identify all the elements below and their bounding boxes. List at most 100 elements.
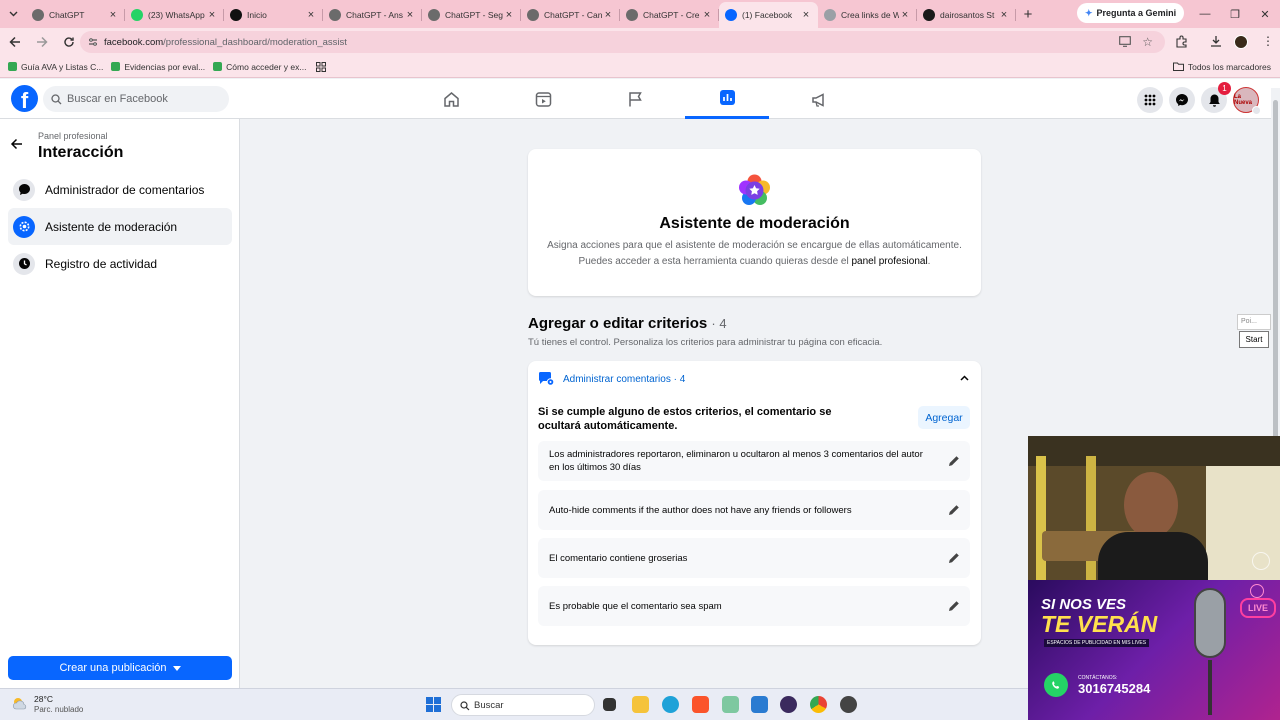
site-info-icon[interactable] (88, 37, 98, 47)
microphone-icon (1194, 588, 1226, 658)
obs-studio-icon[interactable] (780, 696, 797, 713)
tab-close-icon[interactable]: × (206, 9, 218, 21)
bookmark-star-icon[interactable]: ☆ (1142, 35, 1153, 49)
browser-tab[interactable]: ChatGPT × (26, 2, 125, 28)
manage-comments-header[interactable]: Administrar comentarios · 4 (538, 371, 685, 387)
criterion-row[interactable]: Los administradores reportaron, eliminar… (538, 441, 970, 481)
browser-tab[interactable]: Inicio × (224, 2, 323, 28)
add-criterion-button[interactable]: Agregar (918, 406, 970, 429)
tab-title: ChatGPT - Seg (445, 10, 503, 20)
tab-close-icon[interactable]: × (998, 9, 1010, 21)
create-post-button[interactable]: Crear una publicación (8, 656, 232, 680)
tab-close-icon[interactable]: × (602, 9, 614, 21)
nav-dashboard-icon[interactable] (685, 79, 769, 119)
app-icon[interactable] (722, 696, 739, 713)
address-bar[interactable]: facebook.com/professional_dashboard/mode… (80, 31, 1165, 53)
minimize-window-button[interactable]: — (1190, 0, 1220, 28)
sidebar-item-moderation-assistant[interactable]: Asistente de moderación (8, 208, 232, 245)
weather-condition[interactable]: Parc. nublado (34, 705, 83, 714)
all-bookmarks[interactable]: Todos los marcadores (1172, 62, 1271, 72)
tab-close-icon[interactable]: × (503, 9, 515, 21)
overlay-scroll-top-icon[interactable] (1252, 552, 1270, 570)
tab-close-icon[interactable]: × (899, 9, 911, 21)
reload-icon[interactable] (57, 30, 81, 54)
edit-pencil-icon[interactable] (947, 503, 961, 517)
criterion-row[interactable]: Es probable que el comentario sea spam (538, 586, 970, 626)
tab-close-icon[interactable]: × (305, 9, 317, 21)
start-button[interactable]: Start (1239, 331, 1269, 348)
tab-search-chevron-icon[interactable] (0, 0, 26, 28)
tab-close-icon[interactable]: × (701, 9, 713, 21)
tab-close-icon[interactable]: × (107, 9, 119, 21)
edit-pencil-icon[interactable] (947, 454, 961, 468)
app-icon[interactable] (751, 696, 768, 713)
profile-avatar-icon[interactable] (1234, 35, 1248, 49)
browser-tab[interactable]: ChatGPT - Ans × (323, 2, 422, 28)
new-tab-button[interactable]: + (1016, 6, 1040, 23)
floating-popup[interactable]: Poi... (1237, 314, 1271, 330)
apps-grid-icon[interactable] (316, 61, 327, 72)
professional-dashboard-link[interactable]: panel profesional (852, 256, 928, 267)
tab-close-icon[interactable]: × (800, 9, 812, 21)
taskbar-search-input[interactable]: Buscar (451, 694, 595, 716)
browser-menu-icon[interactable]: ⋮ (1262, 35, 1274, 47)
chrome-browser-icon[interactable] (810, 696, 827, 713)
downloads-icon[interactable] (1210, 35, 1222, 48)
file-explorer-icon[interactable] (632, 696, 649, 713)
install-app-icon[interactable] (1119, 36, 1131, 47)
nav-video-icon[interactable] (501, 79, 585, 119)
live-badge: LIVE (1240, 598, 1276, 618)
bookmark-item[interactable]: Guía AVA y Listas C... (8, 62, 103, 72)
edge-browser-icon[interactable] (662, 696, 679, 713)
manage-comments-card: Administrar comentarios · 4 Si se cumple… (528, 361, 981, 645)
extensions-icon[interactable] (1175, 35, 1188, 48)
edit-pencil-icon[interactable] (947, 599, 961, 613)
browser-tab[interactable]: (1) Facebook × (719, 2, 818, 28)
tab-favicon-icon (626, 9, 638, 21)
gemini-sparkle-icon: ✦ (1085, 7, 1093, 18)
windows-taskbar: 28°C Parc. nublado Buscar (0, 688, 1028, 720)
menu-grid-icon[interactable] (1137, 87, 1163, 113)
browser-tab[interactable]: Crea links de W × (818, 2, 917, 28)
back-arrow-icon[interactable] (10, 138, 23, 150)
caret-down-icon (172, 665, 181, 671)
windows-start-icon[interactable] (426, 697, 441, 712)
messenger-icon[interactable] (1169, 87, 1195, 113)
task-view-icon[interactable] (603, 698, 616, 711)
browser-tab[interactable]: dairosantos St × (917, 2, 1016, 28)
restore-window-button[interactable]: ❐ (1220, 0, 1250, 28)
sidebar-subtitle: Panel profesional (38, 131, 108, 141)
close-window-button[interactable]: ✕ (1250, 0, 1280, 28)
criterion-row[interactable]: Auto-hide comments if the author does no… (538, 490, 970, 530)
brave-browser-icon[interactable] (692, 696, 709, 713)
sidebar-item-activity-log[interactable]: Registro de actividad (8, 245, 232, 282)
bookmark-item[interactable]: Evidencias por eval... (111, 62, 205, 72)
tab-close-icon[interactable]: × (404, 9, 416, 21)
app-icon[interactable] (840, 696, 857, 713)
hero-title: Asistente de moderación (659, 215, 850, 232)
browser-tab[interactable]: ChatGPT - Seg × (422, 2, 521, 28)
forward-arrow-icon[interactable] (30, 30, 54, 54)
gemini-button[interactable]: ✦ Pregunta a Gemini (1077, 3, 1185, 23)
browser-tab[interactable]: ChatGPT - Cre × (620, 2, 719, 28)
facebook-logo-icon[interactable]: f (11, 85, 38, 112)
weather-temperature[interactable]: 28°C (34, 694, 53, 704)
sidebar-item-comment-manager[interactable]: Administrador de comentarios (8, 171, 232, 208)
nav-pages-flag-icon[interactable] (593, 79, 677, 119)
criterion-row[interactable]: El comentario contiene groserias (538, 538, 970, 578)
bookmark-item[interactable]: Cómo acceder y ex... (213, 62, 306, 72)
back-arrow-icon[interactable] (3, 30, 27, 54)
tab-title: ChatGPT - Ans (346, 10, 404, 20)
comment-shield-icon (538, 371, 555, 387)
tab-title: dairosantos St (940, 10, 995, 20)
browser-tab[interactable]: (23) WhatsApp × (125, 2, 224, 28)
moderation-assistant-card: Asistente de moderación Asigna acciones … (528, 149, 981, 296)
bookmark-check-icon (213, 62, 223, 71)
nav-ads-megaphone-icon[interactable] (777, 79, 861, 119)
facebook-search-input[interactable]: Buscar en Facebook (43, 86, 229, 112)
edit-pencil-icon[interactable] (947, 551, 961, 565)
collapse-chevron-up-icon[interactable] (960, 375, 969, 381)
browser-tab[interactable]: ChatGPT - Can × (521, 2, 620, 28)
account-chevron-icon[interactable] (1252, 106, 1261, 115)
nav-home-icon[interactable] (409, 79, 493, 119)
